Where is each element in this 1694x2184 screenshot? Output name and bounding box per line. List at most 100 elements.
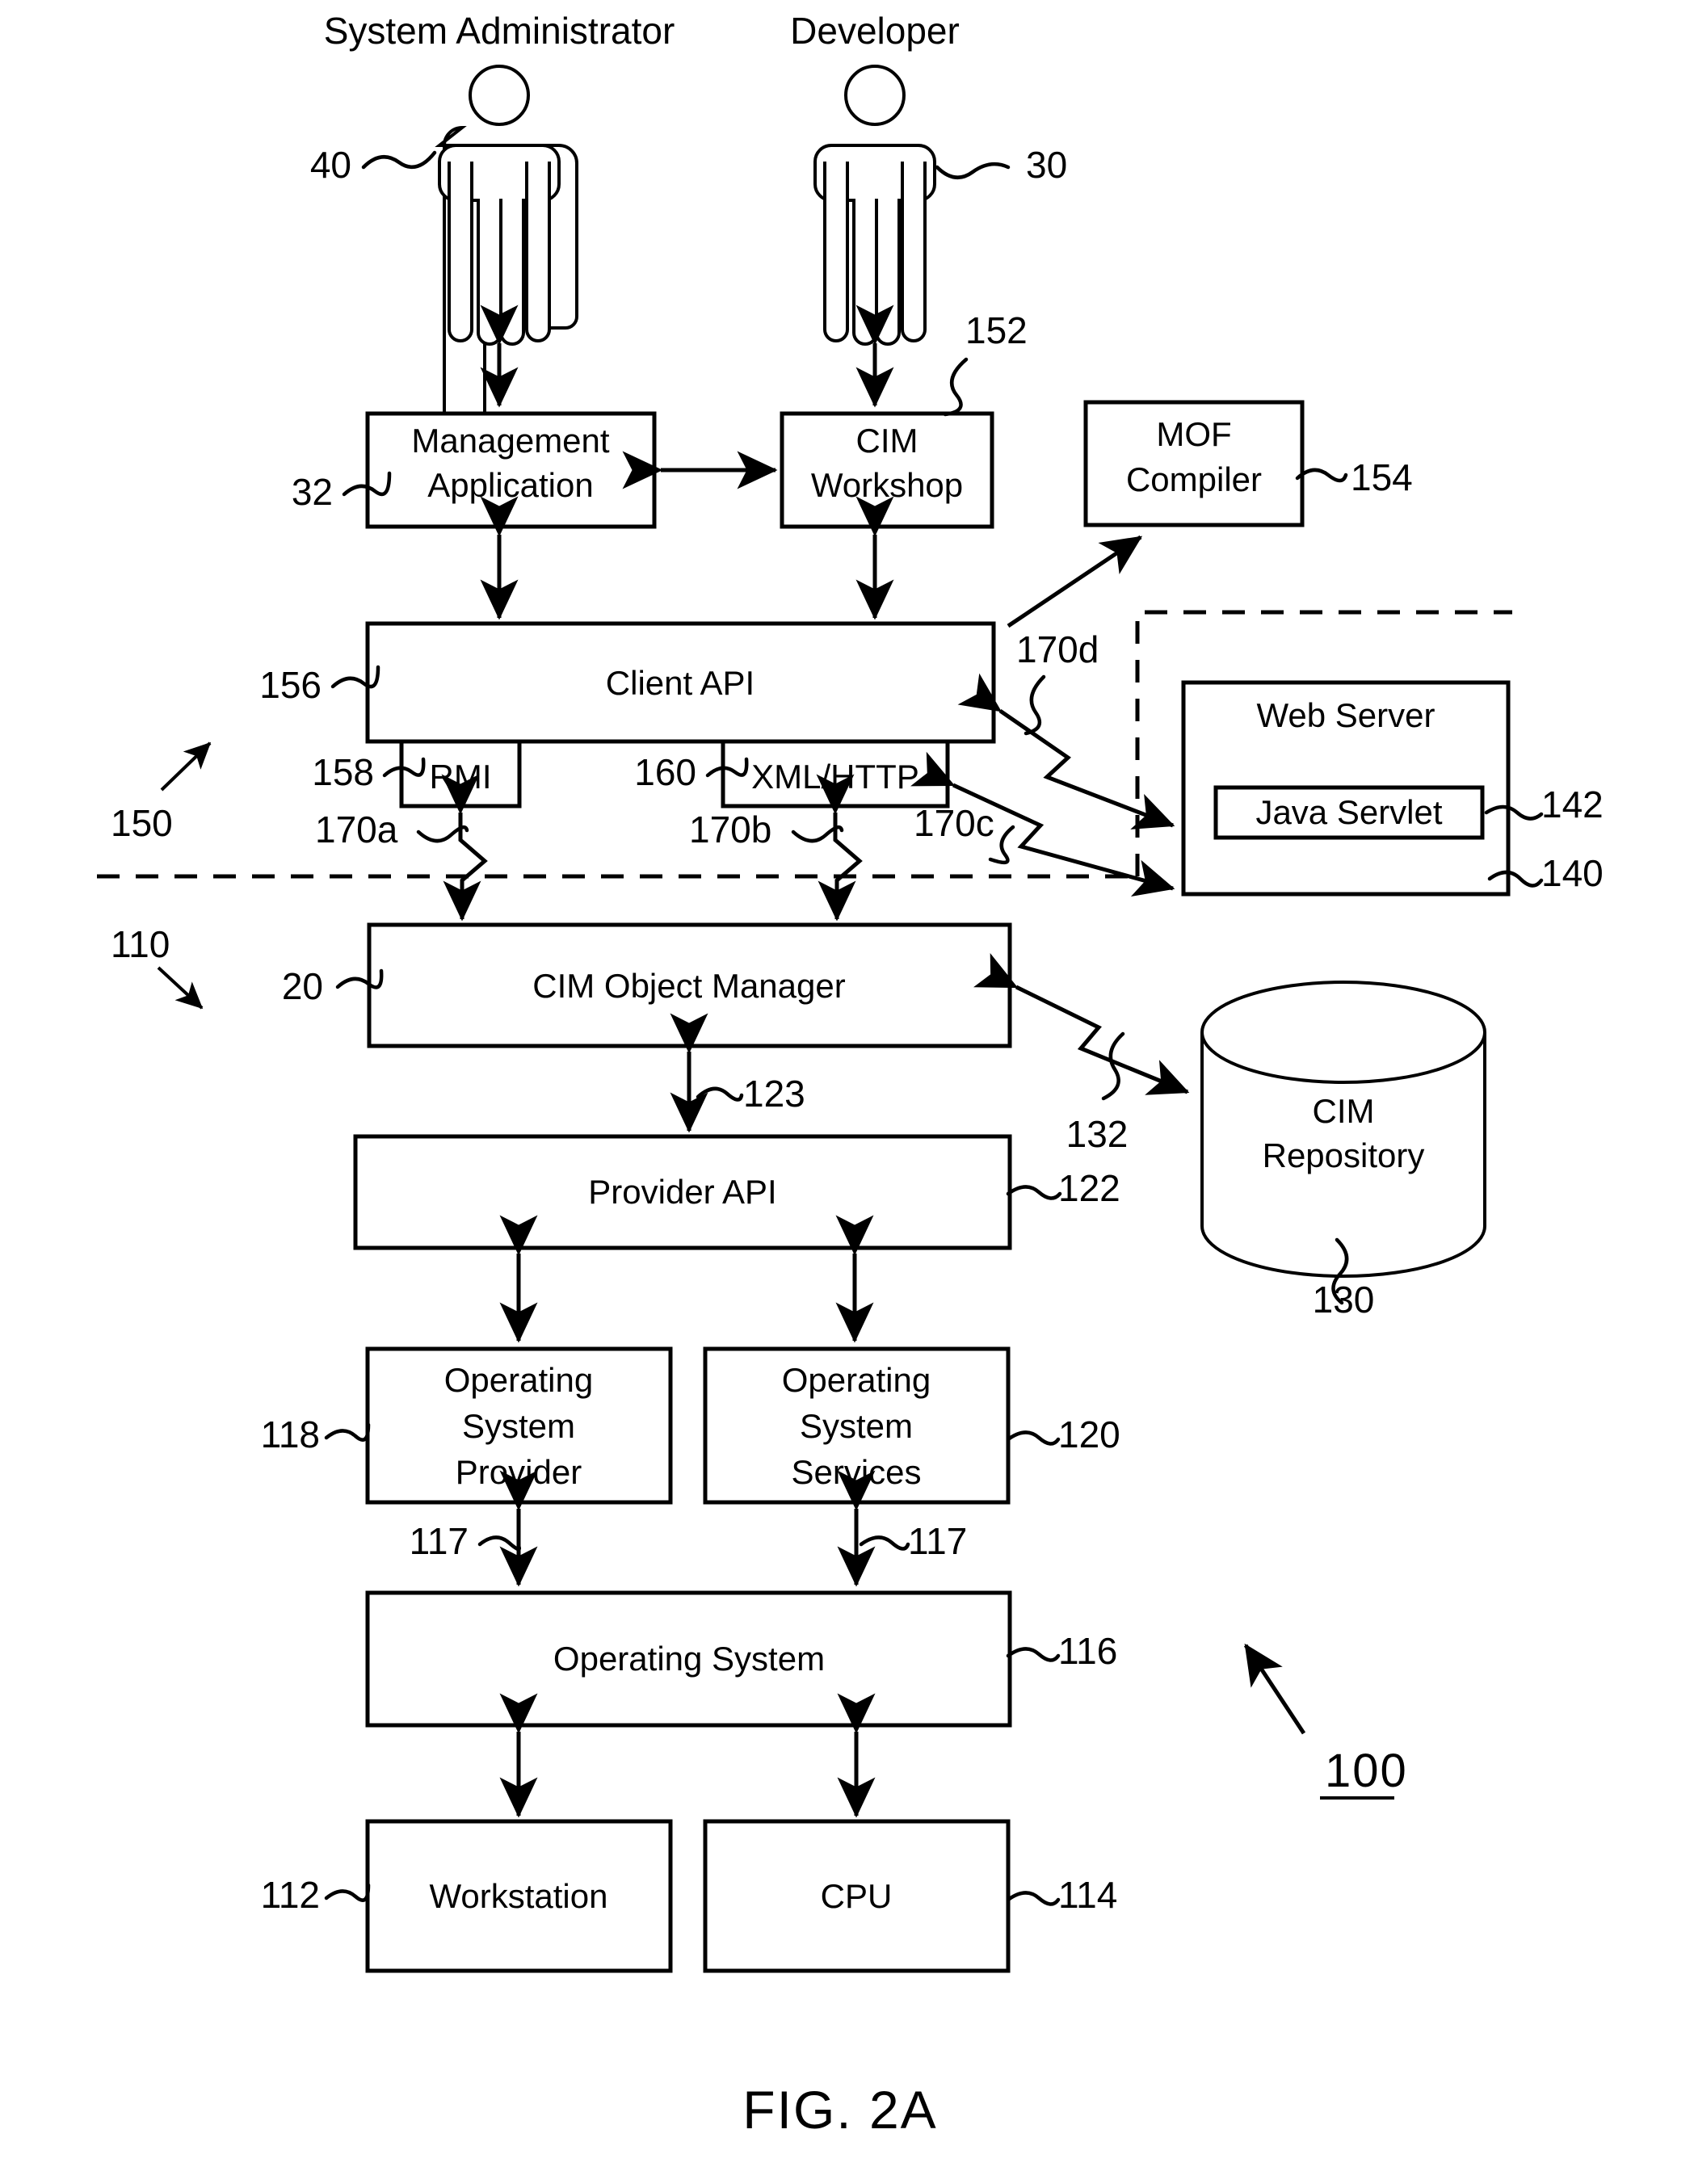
leader-117-left: [477, 1535, 521, 1552]
sysadmin-head-icon: [469, 65, 530, 126]
ref-32: 32: [292, 471, 333, 513]
provider-api-label: Provider API: [588, 1173, 776, 1211]
box-cim-repository[interactable]: CIM Repository 130: [1200, 981, 1486, 1321]
ref-116: 116: [1058, 1630, 1117, 1672]
ref-30: 30: [1026, 144, 1067, 186]
leader-120: [1006, 1430, 1061, 1446]
leader-152: [943, 357, 969, 417]
box-cpu[interactable]: CPU 114: [703, 1819, 1117, 1973]
os-provider-label-1: Operating: [444, 1361, 593, 1399]
ref-130: 130: [1313, 1279, 1375, 1321]
figure-caption: FIG. 2A: [742, 2080, 937, 2140]
box-provider-api[interactable]: Provider API 122: [353, 1134, 1120, 1250]
ref-160: 160: [634, 751, 696, 793]
leader-154: [1295, 468, 1348, 483]
connector-123: 123: [670, 1013, 805, 1133]
ref-110: 110: [111, 923, 170, 965]
ref-120: 120: [1058, 1413, 1120, 1455]
ref-122: 122: [1058, 1167, 1120, 1209]
ref-142: 142: [1541, 783, 1604, 825]
ref-123: 123: [743, 1073, 805, 1115]
connector-117-left: 117: [410, 1470, 538, 1587]
connector-170a: 170a: [315, 774, 488, 922]
ref-40: 40: [310, 144, 351, 186]
ref-140: 140: [1541, 852, 1604, 894]
cpu-label: CPU: [821, 1877, 893, 1915]
mof-compiler-label-2: Compiler: [1126, 460, 1262, 498]
region-label-server-side: 110: [111, 923, 204, 1010]
actor-label-developer: Developer: [790, 10, 960, 52]
leader-100: [1243, 1643, 1306, 1735]
box-cim-workshop[interactable]: CIM Workshop 152: [780, 309, 1028, 529]
patent-figure-page: System Administrator 40 Developer 30 Man…: [0, 0, 1694, 2184]
box-management-application[interactable]: Management Application 32: [292, 411, 657, 529]
box-operating-system-provider[interactable]: Operating System Provider 118: [261, 1346, 673, 1505]
actor-developer: Developer 30: [790, 10, 1067, 346]
connector-clientapi-mofcompiler: [1007, 535, 1143, 628]
leader-30: [935, 162, 1011, 179]
management-application-label-2: Application: [427, 466, 593, 504]
box-rmi[interactable]: RMI 158: [312, 739, 522, 808]
os-services-label-3: Services: [791, 1453, 921, 1491]
developer-head-icon: [844, 65, 906, 126]
ref-114: 114: [1058, 1874, 1117, 1916]
ref-20: 20: [282, 965, 323, 1007]
box-cim-object-manager[interactable]: CIM Object Manager 20: [282, 922, 1012, 1048]
os-services-label-2: System: [800, 1407, 913, 1445]
ref-154: 154: [1351, 456, 1413, 498]
box-operating-system[interactable]: Operating System 116: [365, 1590, 1117, 1728]
developer-right-arm-icon: [901, 162, 927, 342]
ref-118: 118: [261, 1413, 320, 1455]
ref-152: 152: [965, 309, 1028, 351]
mof-compiler-label-1: MOF: [1156, 415, 1231, 453]
developer-left-leg-icon: [852, 199, 878, 346]
box-web-server[interactable]: Web Server Java Servlet 142 140: [1181, 680, 1604, 897]
workstation-label: Workstation: [430, 1877, 608, 1915]
connector-170b: 170b: [689, 774, 863, 922]
ref-158: 158: [312, 751, 374, 793]
developer-left-arm-icon: [823, 162, 849, 342]
cim-repository-label-1: CIM: [1313, 1092, 1375, 1130]
leader-116: [1006, 1647, 1061, 1662]
client-api-label: Client API: [606, 664, 755, 702]
cim-repository-top: [1200, 981, 1486, 1084]
box-xml-http[interactable]: XML/HTTP 160: [634, 739, 950, 808]
region-label-client-side: 150: [111, 741, 212, 844]
box-client-api[interactable]: Client API 156: [259, 621, 996, 744]
actor-system-administrator: System Administrator 40: [310, 10, 675, 451]
os-provider-label-3: Provider: [456, 1453, 582, 1491]
box-workstation[interactable]: Workstation 112: [261, 1819, 673, 1973]
developer-right-leg-icon: [875, 199, 901, 346]
ref-117-right: 117: [908, 1520, 967, 1562]
ref-100: 100: [1325, 1745, 1408, 1797]
sysadmin-left-arm-icon: [448, 162, 473, 342]
box-operating-system-services[interactable]: Operating System Services 120: [703, 1346, 1120, 1505]
lightning-170d: [957, 673, 1175, 830]
ref-170c: 170c: [914, 802, 994, 844]
ref-150: 150: [111, 802, 173, 844]
connector-132: 132: [973, 952, 1190, 1155]
os-provider-label-2: System: [462, 1407, 575, 1445]
box-mof-compiler[interactable]: MOF Compiler 154: [1083, 400, 1413, 527]
leader-40: [361, 150, 437, 170]
leader-170d: [1024, 674, 1046, 736]
connector-117-right: 117: [837, 1470, 967, 1587]
leader-118: [324, 1422, 371, 1442]
rmi-label: RMI: [430, 758, 492, 796]
web-server-label: Web Server: [1257, 696, 1435, 734]
system-ref-100: 100: [1243, 1643, 1408, 1800]
ref-132: 132: [1066, 1113, 1129, 1155]
leader-114: [1006, 1891, 1061, 1906]
xml-http-label: XML/HTTP: [751, 758, 919, 796]
ref-170d: 170d: [1016, 628, 1099, 670]
cim-repository-label-2: Repository: [1263, 1136, 1425, 1174]
connector-170d: 170d: [957, 628, 1175, 830]
ref-112: 112: [261, 1874, 320, 1916]
cim-object-manager-label: CIM Object Manager: [532, 967, 845, 1005]
leader-117-right: [859, 1535, 910, 1551]
sysadmin-right-leg-icon: [499, 199, 525, 346]
leader-110: [157, 966, 204, 1010]
os-services-label-1: Operating: [782, 1361, 931, 1399]
leader-122: [1006, 1185, 1062, 1200]
lightning-132: [973, 952, 1190, 1095]
